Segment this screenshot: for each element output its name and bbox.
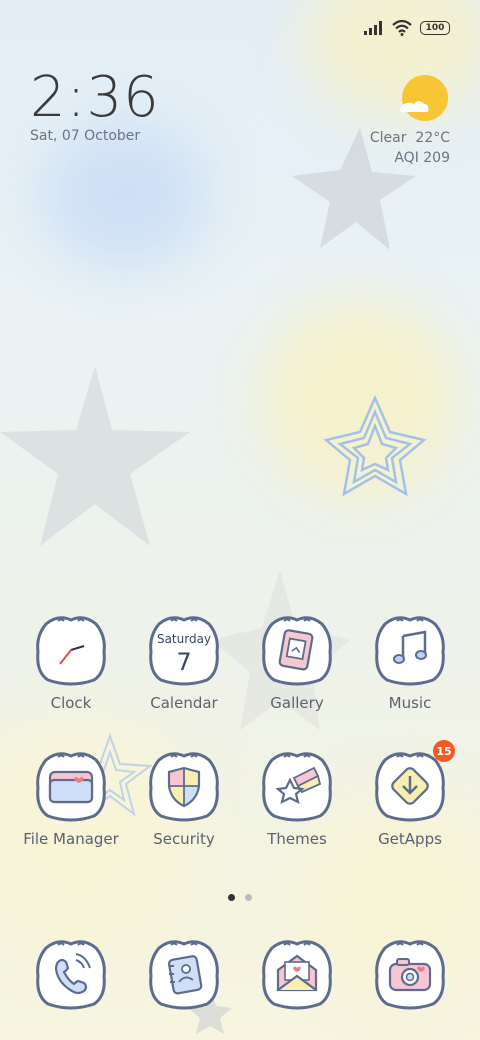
dock-app-contacts[interactable] — [128, 936, 240, 1010]
app-label: File Manager — [23, 830, 119, 848]
app-label: Calendar — [150, 694, 218, 712]
dock — [0, 936, 480, 1016]
folder-icon — [36, 752, 106, 822]
page-dot — [245, 894, 252, 901]
app-file-manager[interactable]: File Manager — [15, 748, 127, 848]
music-icon — [375, 616, 445, 686]
app-label: Gallery — [270, 694, 324, 712]
dock-app-messages[interactable] — [241, 936, 353, 1010]
notification-badge: 15 — [433, 740, 455, 762]
app-clock[interactable]: Clock — [15, 612, 127, 712]
calendar-icon: Saturday 7 — [149, 616, 219, 686]
app-label: GetApps — [378, 830, 442, 848]
page-dot-active — [228, 894, 235, 901]
shield-icon — [149, 752, 219, 822]
app-grid: Clock Saturday 7 Calendar Gallery Music … — [0, 0, 480, 1040]
app-themes[interactable]: Themes — [241, 748, 353, 848]
app-label: Music — [388, 694, 432, 712]
gallery-icon — [262, 616, 332, 686]
app-calendar[interactable]: Saturday 7 Calendar — [128, 612, 240, 712]
calendar-icon-date: 7 — [176, 648, 191, 676]
phone-icon — [36, 940, 106, 1010]
dock-app-camera[interactable] — [354, 936, 466, 1010]
messages-envelope-icon — [262, 940, 332, 1010]
themes-star-icon — [262, 752, 332, 822]
page-indicator[interactable] — [0, 894, 480, 901]
app-music[interactable]: Music — [354, 612, 466, 712]
app-label: Security — [153, 830, 215, 848]
contacts-notebook-icon — [149, 940, 219, 1010]
camera-icon — [375, 940, 445, 1010]
app-gallery[interactable]: Gallery — [241, 612, 353, 712]
calendar-icon-day: Saturday — [157, 632, 211, 646]
app-label: Themes — [267, 830, 327, 848]
dock-app-phone[interactable] — [15, 936, 127, 1010]
app-label: Clock — [50, 694, 92, 712]
app-security[interactable]: Security — [128, 748, 240, 848]
clock-icon — [36, 616, 106, 686]
app-getapps[interactable]: 15 GetApps — [354, 740, 466, 848]
